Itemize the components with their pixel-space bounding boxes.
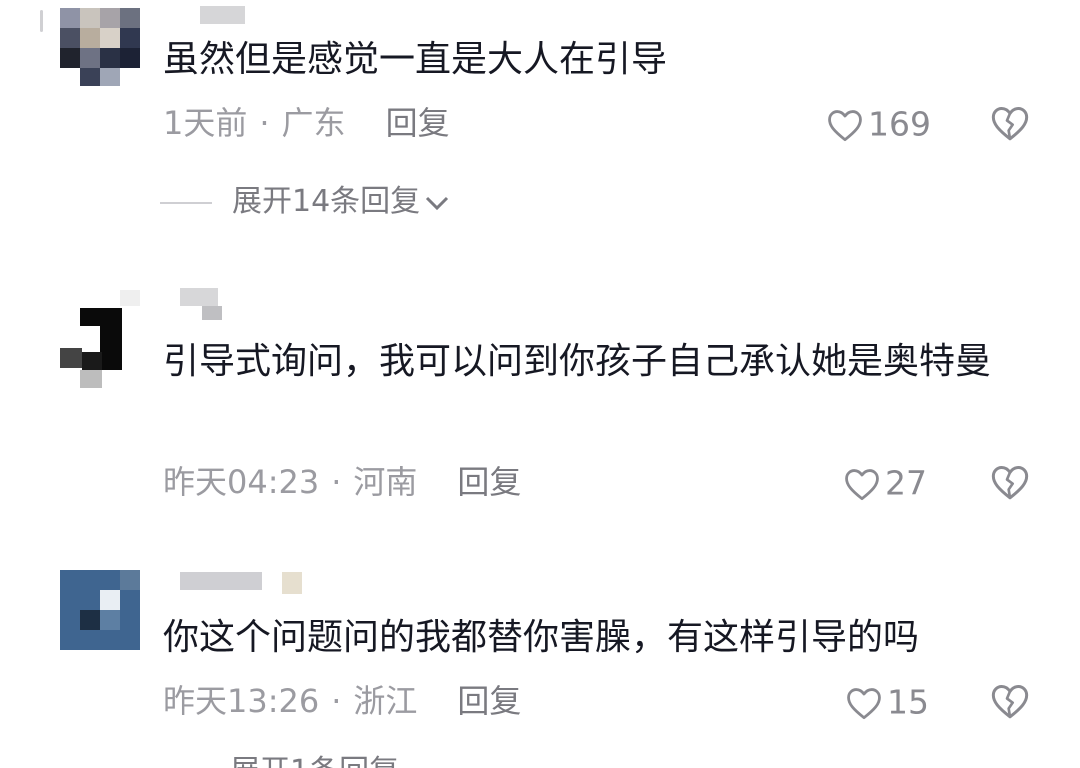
expand-replies-label: 展开14条回复 [232, 184, 421, 219]
like-count: 15 [887, 682, 929, 722]
username-blurred[interactable] [180, 572, 302, 594]
username-blurred[interactable] [200, 6, 245, 24]
meta-separator: · [331, 682, 342, 720]
broken-heart-icon [991, 107, 1029, 141]
avatar[interactable] [60, 8, 140, 86]
meta-separator: · [259, 104, 270, 142]
broken-heart-icon [991, 466, 1029, 500]
reply-button[interactable]: 回复 [457, 457, 521, 507]
like-count: 169 [868, 104, 931, 144]
heart-outline-icon [845, 468, 879, 500]
reply-button[interactable]: 回复 [386, 98, 450, 148]
divider-line [160, 201, 212, 204]
expand-replies-button[interactable]: 展开1条回复 [230, 752, 399, 768]
comment-location: 河南 [353, 463, 418, 501]
comment-meta: 昨天04:23 · 河南 回复 [163, 457, 521, 507]
comment-time: 昨天04:23 [163, 463, 320, 501]
expand-replies-label: 展开1条回复 [230, 754, 399, 768]
dislike-button[interactable] [990, 463, 1030, 503]
comment-text: 你这个问题问的我都替你害臊，有这样引导的吗 [163, 617, 920, 658]
like-button[interactable]: 169 [826, 98, 931, 148]
username-blurred[interactable] [180, 288, 222, 324]
expand-replies-button[interactable]: 展开14条回复 [160, 182, 450, 222]
like-button[interactable]: 27 [843, 457, 927, 507]
comment-time: 昨天13:26 [163, 682, 320, 720]
dislike-button[interactable] [990, 682, 1030, 722]
meta-separator: · [331, 463, 342, 501]
comment-time: 1天前 [163, 104, 248, 142]
like-button[interactable]: 15 [845, 676, 929, 726]
comment-location: 广东 [281, 104, 346, 142]
like-count: 27 [885, 463, 927, 503]
heart-outline-icon [847, 687, 881, 719]
avatar[interactable] [60, 290, 142, 388]
comment-text: 虽然但是感觉一直是大人在引导 [163, 39, 668, 80]
comment-location: 浙江 [353, 682, 418, 720]
left-edge-mark [40, 10, 43, 32]
avatar[interactable] [60, 570, 140, 650]
comment-text: 引导式询问，我可以问到你孩子自己承认她是奥特曼 [163, 341, 992, 382]
heart-outline-icon [828, 109, 862, 141]
reply-button[interactable]: 回复 [457, 676, 521, 726]
chevron-down-icon [426, 196, 449, 210]
broken-heart-icon [991, 685, 1029, 719]
comment-meta: 昨天13:26 · 浙江 回复 [163, 676, 521, 726]
comment-meta: 1天前 · 广东 回复 [163, 98, 450, 148]
dislike-button[interactable] [990, 104, 1030, 144]
